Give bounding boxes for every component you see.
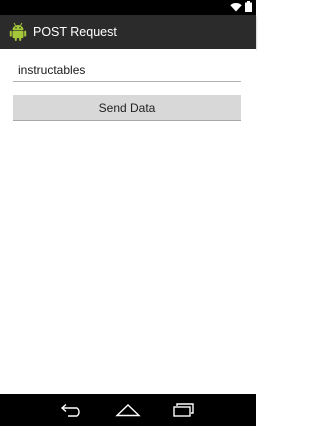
main-content: Send Data bbox=[0, 49, 256, 394]
android-app-icon[interactable] bbox=[8, 21, 28, 43]
send-data-button[interactable]: Send Data bbox=[13, 95, 241, 121]
app-title: POST Request bbox=[33, 25, 117, 39]
status-bar bbox=[0, 0, 256, 15]
status-icons bbox=[230, 0, 252, 13]
navigation-bar bbox=[0, 394, 256, 426]
back-icon[interactable] bbox=[44, 394, 100, 426]
recent-apps-icon[interactable] bbox=[156, 394, 212, 426]
home-icon[interactable] bbox=[100, 394, 156, 426]
text-field[interactable] bbox=[13, 61, 241, 82]
data-input[interactable] bbox=[13, 61, 241, 79]
action-bar: POST Request bbox=[0, 15, 256, 49]
